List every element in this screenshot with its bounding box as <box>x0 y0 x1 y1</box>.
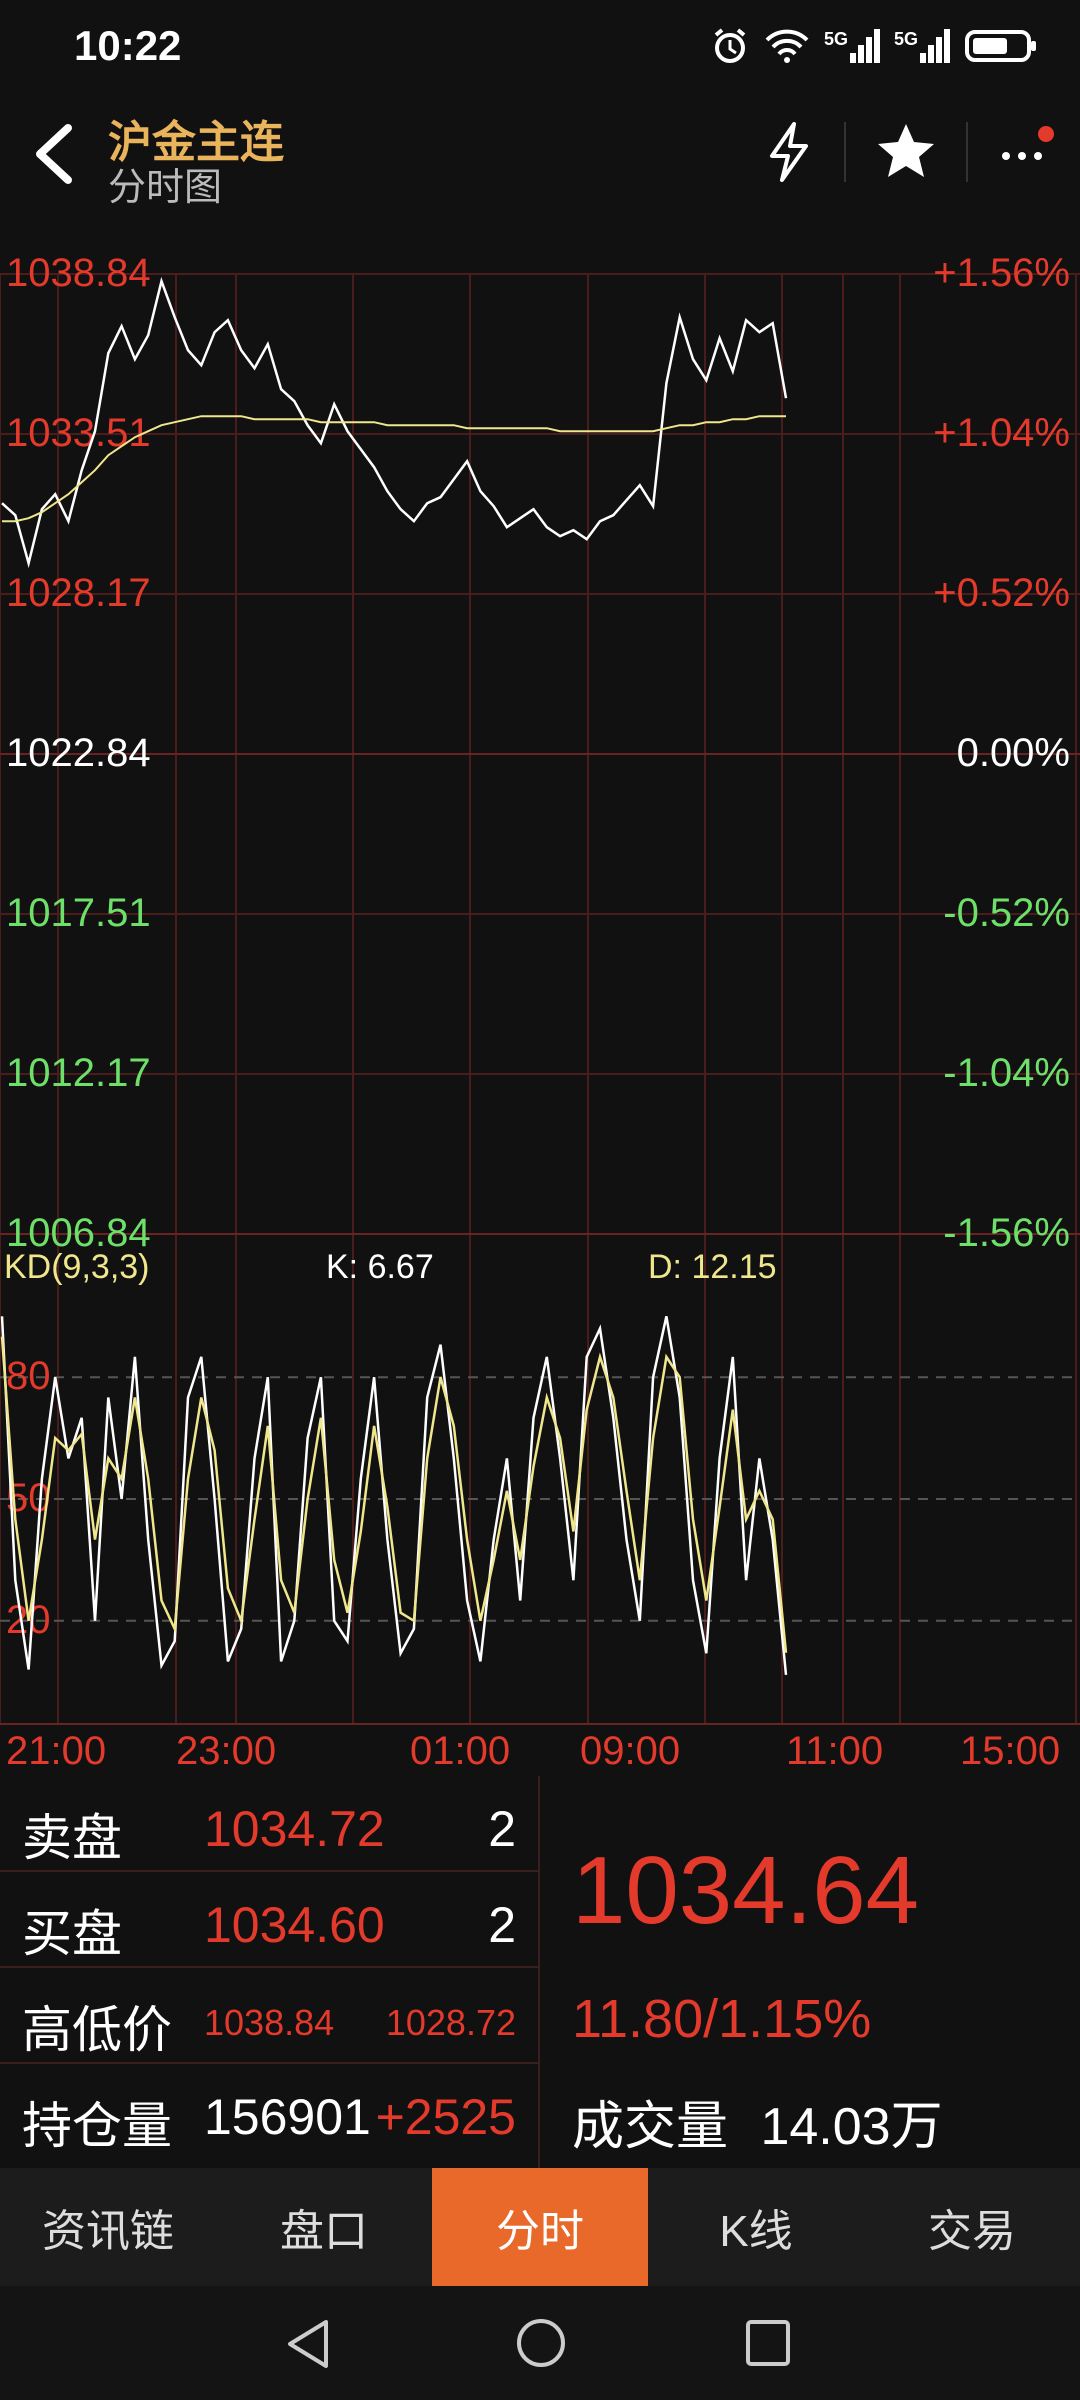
bottom-tab-bar: 资讯链 盘口 分时 K线 交易 <box>0 2168 1080 2286</box>
sell-qty: 2 <box>488 1801 516 1857</box>
tab-label: 分时 <box>496 2207 584 2256</box>
tab-label: 盘口 <box>280 2207 368 2256</box>
status-icons: 5G 5G <box>710 26 1040 66</box>
sell-label: 卖盘 <box>22 1810 122 1866</box>
open-interest-value: 156901 <box>204 2089 371 2145</box>
buy-qty: 2 <box>488 1897 516 1953</box>
chart-canvas: 1038.84 1033.51 1028.17 1022.84 1017.51 1012.… <box>0 251 1080 1773</box>
buy-price: 1034.60 <box>204 1897 385 1953</box>
time-axis-label: 01:00 <box>410 1729 510 1773</box>
open-interest-label: 持仓量 <box>22 2098 172 2154</box>
price-axis-label: 1017.51 <box>6 891 151 935</box>
percent-axis-label: -1.56% <box>943 1211 1070 1255</box>
price-axis-label: 1012.17 <box>6 1051 151 1095</box>
price-change: 11.80/1.15% <box>572 1989 872 2049</box>
clock: 10:22 <box>74 22 182 69</box>
high-low-label: 高低价 <box>22 2002 172 2058</box>
last-price: 1034.64 <box>572 1837 920 1944</box>
star-icon[interactable] <box>874 120 938 184</box>
volume-value: 14.03万 <box>760 2098 943 2156</box>
sell-row: 卖盘 1034.72 2 <box>0 1776 538 1872</box>
kd-d-label: D: 12.15 <box>648 1248 777 1286</box>
percent-axis-label: -1.04% <box>943 1051 1070 1095</box>
price-axis-label: 1033.51 <box>6 411 151 455</box>
signal-icon: 5G <box>824 29 880 63</box>
back-arrow-icon[interactable] <box>24 118 84 188</box>
low-price: 1028.72 <box>385 2002 516 2043</box>
price-axis-label: 1022.84 <box>6 731 151 775</box>
open-interest-row: 持仓量 156901 +2525 <box>0 2064 538 2168</box>
tab-order-book[interactable]: 盘口 <box>216 2168 432 2286</box>
app-header: 沪金主连 分时图 <box>0 100 1080 216</box>
quote-summary: 卖盘 1034.72 2 买盘 1034.60 2 高低价 1038.84 10… <box>0 1776 1080 2168</box>
buy-label: 买盘 <box>22 1906 122 1962</box>
more-icon[interactable] <box>996 120 1056 184</box>
signal-type-label-2: 5G <box>893 29 918 49</box>
tab-kline[interactable]: K线 <box>648 2168 864 2286</box>
percent-axis-label: -0.52% <box>943 891 1070 935</box>
signal-type-label: 5G <box>823 29 848 49</box>
sell-price: 1034.72 <box>204 1801 385 1857</box>
volume-label: 成交量 <box>572 2098 729 2156</box>
header-actions <box>762 120 1056 184</box>
alarm-icon <box>714 28 746 63</box>
header-divider <box>844 122 846 182</box>
kd-indicator-name: KD(9,3,3) <box>4 1248 150 1286</box>
status-bar: 10:22 5G 5G <box>0 0 1080 100</box>
nav-recents-icon[interactable] <box>744 2318 792 2368</box>
intraday-chart[interactable]: 1038.84 1033.51 1028.17 1022.84 1017.51 1012.… <box>0 216 1080 1776</box>
buy-row: 买盘 1034.60 2 <box>0 1872 538 1968</box>
kd-k-label: K: 6.67 <box>326 1248 434 1286</box>
lightning-icon[interactable] <box>762 120 816 184</box>
tab-label: 资讯链 <box>42 2207 174 2256</box>
system-nav-bar <box>0 2286 1080 2400</box>
wifi-icon <box>765 29 809 63</box>
high-low-row: 高低价 1038.84 1028.72 <box>0 1968 538 2064</box>
battery-icon <box>965 30 1036 62</box>
tab-trade[interactable]: 交易 <box>864 2168 1080 2286</box>
price-axis-label: 1038.84 <box>6 251 151 295</box>
percent-axis-label: +0.52% <box>933 571 1070 615</box>
view-subtitle: 分时图 <box>108 167 223 209</box>
percent-axis-label: 0.00% <box>957 731 1070 775</box>
summary-divider <box>538 1776 540 2168</box>
time-axis-label: 15:00 <box>960 1729 1060 1773</box>
tab-intraday[interactable]: 分时 <box>432 2168 648 2286</box>
time-axis-label: 09:00 <box>580 1729 680 1773</box>
tab-label: 交易 <box>928 2207 1016 2256</box>
nav-back-icon[interactable] <box>284 2318 332 2370</box>
signal-icon-2: 5G <box>894 29 950 63</box>
time-axis-label: 23:00 <box>176 1729 276 1773</box>
percent-axis-label: +1.04% <box>933 411 1070 455</box>
time-axis-label: 21:00 <box>6 1729 106 1773</box>
header-divider-2 <box>966 122 968 182</box>
kd-level-label: 80 <box>6 1354 51 1398</box>
nav-home-icon[interactable] <box>514 2316 568 2370</box>
high-price: 1038.84 <box>204 2002 335 2043</box>
tab-news-chain[interactable]: 资讯链 <box>0 2168 216 2286</box>
volume-row: 成交量 14.03万 <box>572 2084 943 2159</box>
percent-axis-label: +1.56% <box>933 251 1070 295</box>
price-axis-label: 1028.17 <box>6 571 151 615</box>
open-interest-change: +2525 <box>375 2089 516 2145</box>
tab-label: K线 <box>719 2207 793 2256</box>
time-axis-label: 11:00 <box>786 1729 883 1773</box>
